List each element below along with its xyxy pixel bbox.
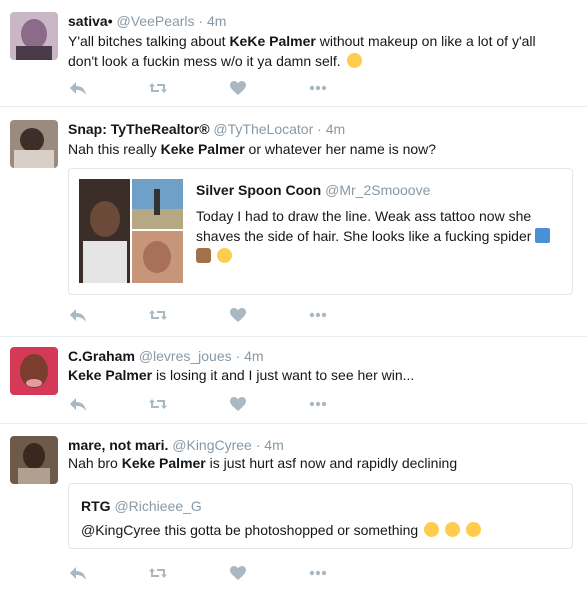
more-icon[interactable] <box>308 563 328 583</box>
more-icon[interactable] <box>308 305 328 325</box>
like-icon[interactable] <box>228 305 248 325</box>
retweet-icon[interactable] <box>148 305 168 325</box>
keyword-highlight: KeKe Palmer <box>229 33 316 49</box>
text-part: or whatever her name is now? <box>244 141 437 157</box>
separator: · <box>317 121 322 137</box>
timestamp[interactable]: 4m <box>244 348 263 364</box>
timestamp[interactable]: 4m <box>264 437 283 453</box>
retweet-icon[interactable] <box>148 78 168 98</box>
tweet-actions <box>68 394 338 414</box>
restroom-emoji-icon <box>535 228 551 243</box>
like-icon[interactable] <box>228 78 248 98</box>
keyword-highlight: Keke Palmer <box>121 455 206 471</box>
quoted-tweet[interactable]: Silver Spoon Coon @Mr_2Smooove Today I h… <box>68 168 573 295</box>
rolling-eyes-emoji-icon <box>346 53 362 68</box>
quoted-display-name[interactable]: RTG <box>81 498 111 514</box>
thumbs-down-emoji-icon <box>196 248 211 263</box>
tweet-actions <box>68 563 338 583</box>
text-part: Nah bro <box>68 455 122 471</box>
tweet[interactable]: Snap: TyTheRealtor® @TyTheLocator · 4m N… <box>0 108 587 337</box>
reply-icon[interactable] <box>68 563 88 583</box>
quoted-header: RTG @Richieee_G <box>81 498 202 514</box>
avatar[interactable] <box>10 347 58 395</box>
keyword-highlight: Keke Palmer <box>160 141 245 157</box>
quoted-text-body: @KingCyree this gotta be photoshopped or… <box>81 522 419 538</box>
tweet-header: C.Graham @levres_joues · 4m <box>68 348 264 364</box>
mask-face-emoji-icon <box>216 248 232 263</box>
quoted-text: @KingCyree this gotta be photoshopped or… <box>81 520 561 540</box>
separator: · <box>235 348 241 364</box>
display-name[interactable]: mare, not mari. <box>68 437 168 453</box>
quoted-tweet[interactable]: RTG @Richieee_G @KingCyree this gotta be… <box>68 483 573 549</box>
text-part: is just hurt asf now and rapidly declini… <box>205 455 458 471</box>
display-name[interactable]: sativa• <box>68 13 113 29</box>
thinking-face-emoji-icon <box>424 522 440 537</box>
quoted-text: Today I had to draw the line. Weak ass t… <box>196 206 556 266</box>
user-handle[interactable]: @TyTheLocator <box>213 121 313 137</box>
avatar[interactable] <box>10 120 58 168</box>
quoted-header: Silver Spoon Coon @Mr_2Smooove <box>196 182 430 198</box>
tweet-text: Nah bro Keke Palmer is just hurt asf now… <box>68 453 568 473</box>
separator: · <box>198 13 204 29</box>
tweet-text: Nah this really Keke Palmer or whatever … <box>68 139 568 159</box>
user-handle[interactable]: @VeePearls <box>117 13 195 29</box>
avatar[interactable] <box>10 436 58 484</box>
retweet-icon[interactable] <box>148 394 168 414</box>
grinning-sweat-emoji-icon <box>465 522 481 537</box>
text-part: Y'all bitches talking about <box>68 33 230 49</box>
display-name[interactable]: C.Graham <box>68 348 135 364</box>
like-icon[interactable] <box>228 394 248 414</box>
tweet-header: mare, not mari. @KingCyree · 4m <box>68 437 284 453</box>
tweet[interactable]: sativa• @VeePearls · 4m Y'all bitches ta… <box>0 0 587 107</box>
timestamp[interactable]: 4m <box>326 121 345 137</box>
quoted-user-handle[interactable]: @Richieee_G <box>114 498 201 514</box>
avatar[interactable] <box>10 12 58 60</box>
reply-icon[interactable] <box>68 78 88 98</box>
reply-icon[interactable] <box>68 394 88 414</box>
tweet-header: Snap: TyTheRealtor® @TyTheLocator · 4m <box>68 121 345 137</box>
timestamp[interactable]: 4m <box>207 13 226 29</box>
tweet-text: Keke Palmer is losing it and I just want… <box>68 365 568 385</box>
user-handle[interactable]: @levres_joues <box>139 348 232 364</box>
quoted-media[interactable] <box>79 179 183 283</box>
more-icon[interactable] <box>308 394 328 414</box>
separator: · <box>255 437 261 453</box>
tweet[interactable]: mare, not mari. @KingCyree · 4m Nah bro … <box>0 425 587 590</box>
tweet-actions <box>68 305 338 325</box>
keyword-highlight: Keke Palmer <box>68 367 153 383</box>
like-icon[interactable] <box>228 563 248 583</box>
grinning-sweat-emoji-icon <box>444 522 460 537</box>
text-part: Nah this really <box>68 141 161 157</box>
reply-icon[interactable] <box>68 305 88 325</box>
user-handle[interactable]: @KingCyree <box>172 437 252 453</box>
tweet-header: sativa• @VeePearls · 4m <box>68 13 226 29</box>
quoted-text-body: Today I had to draw the line. Weak ass t… <box>196 208 532 244</box>
media-thumbnail <box>79 179 183 283</box>
tweet-text: Y'all bitches talking about KeKe Palmer … <box>68 31 568 71</box>
retweet-icon[interactable] <box>148 563 168 583</box>
quoted-user-handle[interactable]: @Mr_2Smooove <box>325 182 430 198</box>
quoted-display-name[interactable]: Silver Spoon Coon <box>196 182 321 198</box>
text-part: is losing it and I just want to see her … <box>152 367 415 383</box>
display-name[interactable]: Snap: TyTheRealtor® <box>68 121 210 137</box>
tweet-actions <box>68 78 338 98</box>
more-icon[interactable] <box>308 78 328 98</box>
tweet[interactable]: C.Graham @levres_joues · 4m Keke Palmer … <box>0 338 587 424</box>
